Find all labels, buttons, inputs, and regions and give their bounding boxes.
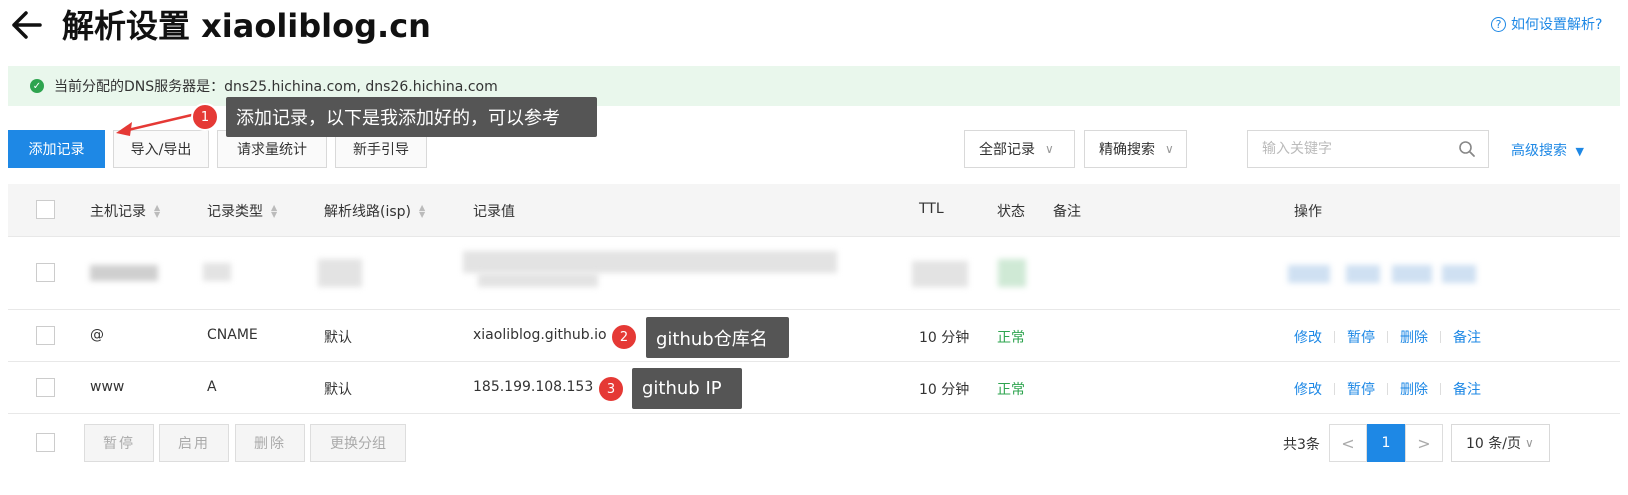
- status-cell: 正常: [997, 382, 1025, 398]
- status-cell: 正常: [997, 330, 1025, 346]
- record-filter-value: 全部记录: [979, 142, 1035, 158]
- delete-link[interactable]: 删除: [1400, 379, 1428, 399]
- column-line[interactable]: 解析线路(isp) ▲ ▼: [324, 201, 425, 221]
- redacted-action: [1392, 265, 1432, 283]
- redacted-value-2: [478, 273, 598, 287]
- redacted-line: [318, 259, 362, 287]
- redacted-action: [1288, 265, 1330, 283]
- annotation-tooltip: github IP: [632, 368, 742, 409]
- ttl-cell: 10 分钟: [919, 382, 970, 398]
- help-link-label: 如何设置解析?: [1511, 17, 1603, 33]
- table-row: www A 默认 185.199.108.153 10 分钟 正常 修改 暂停 …: [8, 362, 1620, 414]
- redacted-type: [203, 263, 231, 281]
- row-checkbox[interactable]: [36, 378, 55, 397]
- search-icon[interactable]: [1458, 140, 1476, 158]
- check-circle-icon: ✓: [30, 79, 44, 93]
- chevron-down-icon: ∨: [1045, 142, 1054, 156]
- row-checkbox[interactable]: [36, 326, 55, 345]
- redacted-status: [998, 259, 1026, 287]
- select-all-footer-checkbox[interactable]: [36, 433, 55, 452]
- page-size-select[interactable]: 10 条/页 ∨: [1451, 424, 1550, 462]
- column-type[interactable]: 记录类型 ▲ ▼: [207, 201, 277, 221]
- line-cell: 默认: [324, 330, 352, 346]
- row-actions: 修改 暂停 删除 备注: [1294, 327, 1481, 347]
- chevron-down-icon: ∨: [1165, 142, 1174, 156]
- host-cell: @: [90, 327, 104, 343]
- batch-enable-button[interactable]: 启用: [159, 424, 229, 462]
- type-cell: CNAME: [207, 327, 258, 343]
- chevron-left-icon: <: [1341, 433, 1355, 453]
- match-mode-select[interactable]: 精确搜索 ∨: [1084, 130, 1187, 168]
- row-checkbox[interactable]: [36, 263, 55, 282]
- pause-link[interactable]: 暂停: [1347, 327, 1375, 347]
- chevron-down-icon: ∨: [1524, 436, 1534, 450]
- back-arrow-icon[interactable]: [10, 8, 50, 42]
- table-row-redacted: [8, 237, 1620, 310]
- total-count: 共3条: [1283, 437, 1320, 453]
- column-host-label: 主机记录: [90, 204, 146, 220]
- help-link[interactable]: ? 如何设置解析?: [1491, 14, 1602, 34]
- column-value: 记录值: [473, 204, 515, 220]
- annotation-badge: 3: [597, 375, 625, 403]
- annotation-tooltip: github仓库名: [646, 317, 789, 358]
- sort-icon: ▲ ▼: [271, 203, 278, 219]
- column-line-label: 解析线路(isp): [324, 204, 411, 220]
- edit-link[interactable]: 修改: [1294, 327, 1322, 347]
- page-title: 解析设置 xiaoliblog.cn: [62, 7, 431, 45]
- keyword-search-input[interactable]: [1260, 140, 1454, 158]
- row-actions: 修改 暂停 删除 备注: [1294, 379, 1481, 399]
- remark-link[interactable]: 备注: [1453, 379, 1481, 399]
- record-filter-select[interactable]: 全部记录 ∨: [964, 130, 1075, 168]
- column-ttl: TTL: [919, 201, 944, 217]
- redacted-ttl: [912, 261, 968, 287]
- notice-text: 当前分配的DNS服务器是：dns25.hichina.com, dns26.hi…: [54, 79, 498, 95]
- keyword-search-box[interactable]: [1247, 130, 1489, 168]
- column-actions: 操作: [1294, 204, 1322, 220]
- prev-page-button[interactable]: <: [1329, 424, 1367, 462]
- change-group-button[interactable]: 更换分组: [310, 424, 406, 462]
- column-type-label: 记录类型: [207, 204, 263, 220]
- delete-link[interactable]: 删除: [1400, 327, 1428, 347]
- question-icon: ?: [1491, 16, 1506, 32]
- remark-link[interactable]: 备注: [1453, 327, 1481, 347]
- line-cell: 默认: [324, 382, 352, 398]
- match-mode-value: 精确搜索: [1099, 142, 1155, 158]
- value-cell: 185.199.108.153: [473, 379, 594, 395]
- value-cell: xiaoliblog.github.io: [473, 327, 607, 343]
- annotation-badge: 1: [191, 103, 219, 131]
- annotation-arrow-icon: [116, 112, 197, 136]
- redacted-action: [1346, 265, 1380, 283]
- redacted-value: [463, 251, 837, 273]
- advanced-search-label: 高级搜索: [1511, 143, 1567, 159]
- batch-delete-button[interactable]: 删除: [235, 424, 305, 462]
- page-size-value: 10 条/页: [1466, 436, 1521, 452]
- advanced-search-link[interactable]: 高级搜索 ▼: [1511, 140, 1584, 160]
- type-cell: A: [207, 379, 217, 395]
- redacted-action: [1442, 265, 1476, 283]
- select-all-checkbox[interactable]: [36, 200, 55, 219]
- edit-link[interactable]: 修改: [1294, 379, 1322, 399]
- column-host[interactable]: 主机记录 ▲ ▼: [90, 201, 160, 221]
- sort-icon: ▲ ▼: [154, 203, 161, 219]
- add-record-button[interactable]: 添加记录: [8, 130, 105, 168]
- host-cell: www: [90, 379, 125, 395]
- column-status: 状态: [997, 204, 1025, 220]
- batch-pause-button[interactable]: 暂停: [84, 424, 154, 462]
- next-page-button[interactable]: >: [1405, 424, 1443, 462]
- table-header: 主机记录 ▲ ▼ 记录类型 ▲ ▼ 解析线路(isp) ▲ ▼ 记录值 TTL 状态 …: [8, 184, 1620, 237]
- annotation-tooltip: 添加记录，以下是我添加好的，可以参考: [226, 97, 597, 137]
- redacted-host: [90, 265, 158, 281]
- pause-link[interactable]: 暂停: [1347, 379, 1375, 399]
- annotation-badge: 2: [610, 323, 638, 351]
- chevron-right-icon: >: [1417, 433, 1431, 453]
- sort-icon: ▲ ▼: [419, 203, 426, 219]
- page-button-current[interactable]: 1: [1367, 424, 1405, 462]
- ttl-cell: 10 分钟: [919, 330, 970, 346]
- column-remark: 备注: [1053, 204, 1081, 220]
- table-row: @ CNAME 默认 xiaoliblog.github.io 10 分钟 正常…: [8, 310, 1620, 362]
- caret-down-icon: ▼: [1575, 145, 1584, 158]
